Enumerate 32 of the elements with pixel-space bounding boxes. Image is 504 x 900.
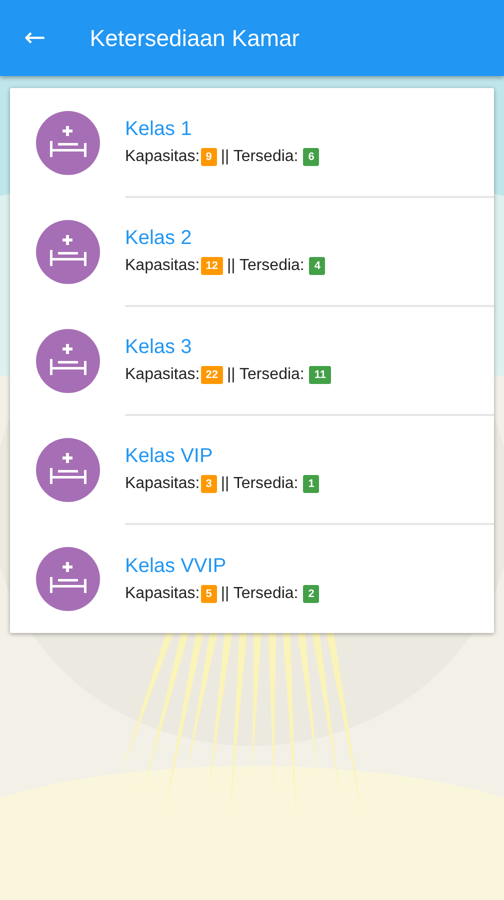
room-class-link[interactable]: Kelas 3 (125, 336, 192, 358)
available-label: || Tersedia: (220, 148, 298, 166)
capacity-badge: 22 (200, 366, 223, 384)
capacity-label: Kapasitas: (125, 584, 200, 602)
capacity-label: Kapasitas: (125, 366, 200, 384)
capacity-badge: 3 (200, 474, 217, 492)
bed-icon (36, 328, 100, 392)
capacity-badge: 12 (200, 256, 223, 274)
room-class-link[interactable]: Kelas 1 (125, 118, 192, 140)
app-title: Ketersediaan Kamar (90, 24, 300, 52)
room-class-link[interactable]: Kelas VVIP (125, 554, 226, 578)
available-badge: 2 (303, 584, 320, 602)
bed-icon (36, 438, 100, 502)
capacity-badge: 5 (200, 584, 217, 602)
room-class-link[interactable]: Kelas VIP (125, 444, 213, 468)
available-label: || Tersedia: (226, 366, 304, 384)
available-label: || Tersedia: (220, 474, 298, 492)
capacity-label: Kapasitas: (125, 256, 200, 274)
capacity-label: Kapasitas: (125, 474, 200, 492)
available-badge: 11 (309, 366, 331, 384)
bed-icon (36, 546, 100, 610)
room-class-link[interactable]: Kelas 2 (125, 226, 192, 250)
capacity-label: Kapasitas: (125, 148, 200, 166)
available-badge: 1 (303, 474, 320, 492)
bed-icon (36, 220, 100, 284)
available-label: || Tersedia: (220, 584, 298, 602)
available-badge: 4 (309, 256, 326, 274)
bed-icon (36, 110, 100, 174)
available-badge: 6 (303, 148, 320, 166)
capacity-badge: 9 (200, 148, 217, 166)
available-label: || Tersedia: (226, 256, 304, 274)
back-button[interactable]: ← (24, 25, 46, 51)
